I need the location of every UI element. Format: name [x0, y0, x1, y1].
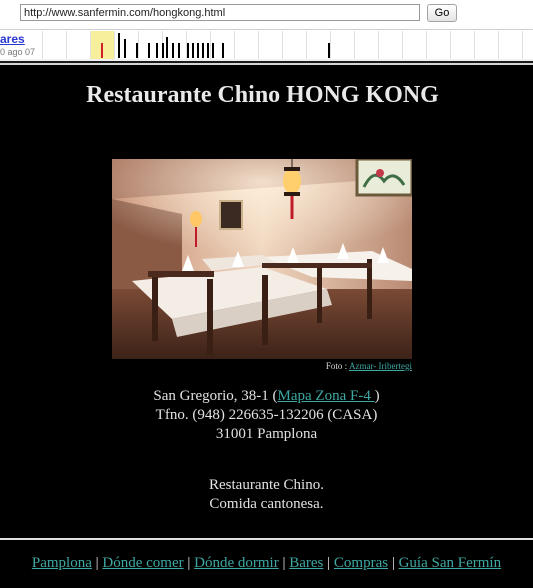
timeline-month[interactable] — [498, 31, 522, 59]
timeline-month[interactable] — [282, 31, 306, 59]
photo-credit: Foto : Azmar- Iribertegi — [112, 361, 412, 371]
timeline-capture[interactable] — [178, 43, 180, 58]
footer-link-compras[interactable]: Compras — [334, 555, 388, 571]
timeline-month[interactable] — [474, 31, 498, 59]
timeline-month[interactable] — [66, 31, 90, 59]
timeline-month[interactable] — [354, 31, 378, 59]
address-close: ) — [374, 388, 380, 404]
timeline-capture[interactable] — [328, 43, 330, 58]
footer-link-bares[interactable]: Bares — [289, 555, 323, 571]
footer-link-donde-dormir[interactable]: Dónde dormir — [194, 555, 279, 571]
timeline-capture[interactable] — [156, 43, 158, 58]
page-top-rule — [0, 63, 533, 65]
capture-date: 0 ago 07 — [0, 47, 36, 57]
timeline-month[interactable] — [402, 31, 426, 59]
timeline-capture[interactable] — [212, 43, 214, 58]
timeline-month[interactable] — [378, 31, 402, 59]
desc-line-2: Comida cantonesa. — [209, 496, 324, 512]
timeline-capture[interactable] — [172, 43, 174, 58]
address-street: San Gregorio, 38-1 ( — [153, 388, 278, 404]
footer-link-donde-comer[interactable]: Dónde comer — [102, 555, 183, 571]
address-line: San Gregorio, 38-1 (Mapa Zona F-4 ) — [0, 387, 533, 406]
timeline-month[interactable] — [330, 31, 354, 59]
description-block: Restaurante Chino. Comida cantonesa. — [0, 476, 533, 514]
timeline-month[interactable] — [234, 31, 258, 59]
timeline-capture[interactable] — [166, 37, 168, 58]
address-block: San Gregorio, 38-1 (Mapa Zona F-4 ) Tfno… — [0, 387, 533, 444]
go-button[interactable]: Go — [427, 4, 457, 22]
toolbar-divider — [0, 29, 533, 30]
photo-credit-link[interactable]: Azmar- Iribertegi — [349, 361, 412, 371]
timeline-capture[interactable] — [207, 43, 209, 58]
footer-separator: | — [187, 555, 191, 571]
map-zone-link[interactable]: Mapa Zona F-4 — [278, 388, 375, 404]
photo-credit-prefix: Foto : — [325, 361, 348, 371]
timeline-capture[interactable] — [192, 43, 194, 58]
footer-separator: | — [391, 555, 395, 571]
wayback-toolbar: Go ares 0 ago 07 — [0, 0, 533, 61]
footer-separator: | — [282, 555, 286, 571]
footer-link-pamplona[interactable]: Pamplona — [32, 555, 92, 571]
timeline-capture-current[interactable] — [101, 43, 103, 58]
city-line: 31001 Pamplona — [215, 426, 318, 442]
timeline-capture[interactable] — [222, 43, 224, 58]
timeline-capture[interactable] — [118, 33, 120, 58]
footer-separator: | — [95, 555, 99, 571]
restaurant-photo — [112, 159, 412, 359]
timeline-capture[interactable] — [148, 43, 150, 58]
timeline-month[interactable] — [522, 31, 533, 59]
timeline-capture[interactable] — [202, 43, 204, 58]
desc-line-1: Restaurante Chino. — [209, 477, 324, 493]
timeline-month[interactable] — [258, 31, 282, 59]
footer-separator: | — [327, 555, 331, 571]
capture-link[interactable]: ares — [0, 32, 25, 46]
footer-nav: Pamplona | Dónde comer | Dónde dormir | … — [0, 555, 533, 572]
timeline-month[interactable] — [450, 31, 474, 59]
timeline-month[interactable] — [42, 31, 66, 59]
timeline-capture[interactable] — [124, 39, 126, 58]
timeline-capture[interactable] — [136, 43, 138, 58]
timeline-month[interactable] — [138, 31, 162, 59]
timeline-capture[interactable] — [162, 43, 164, 58]
timeline-month[interactable] — [306, 31, 330, 59]
timeline-capture[interactable] — [187, 43, 189, 58]
capture-timeline[interactable] — [42, 31, 533, 59]
timeline-month[interactable] — [426, 31, 450, 59]
url-input[interactable] — [20, 4, 420, 21]
page-title: Restaurante Chino HONG KONG — [86, 82, 439, 108]
footer-link-guia-san-fermin[interactable]: Guía San Fermín — [399, 555, 502, 571]
timeline-capture[interactable] — [197, 43, 199, 58]
phone-line: Tfno. (948) 226635-132206 (CASA) — [155, 407, 378, 423]
footer-divider — [0, 538, 533, 540]
